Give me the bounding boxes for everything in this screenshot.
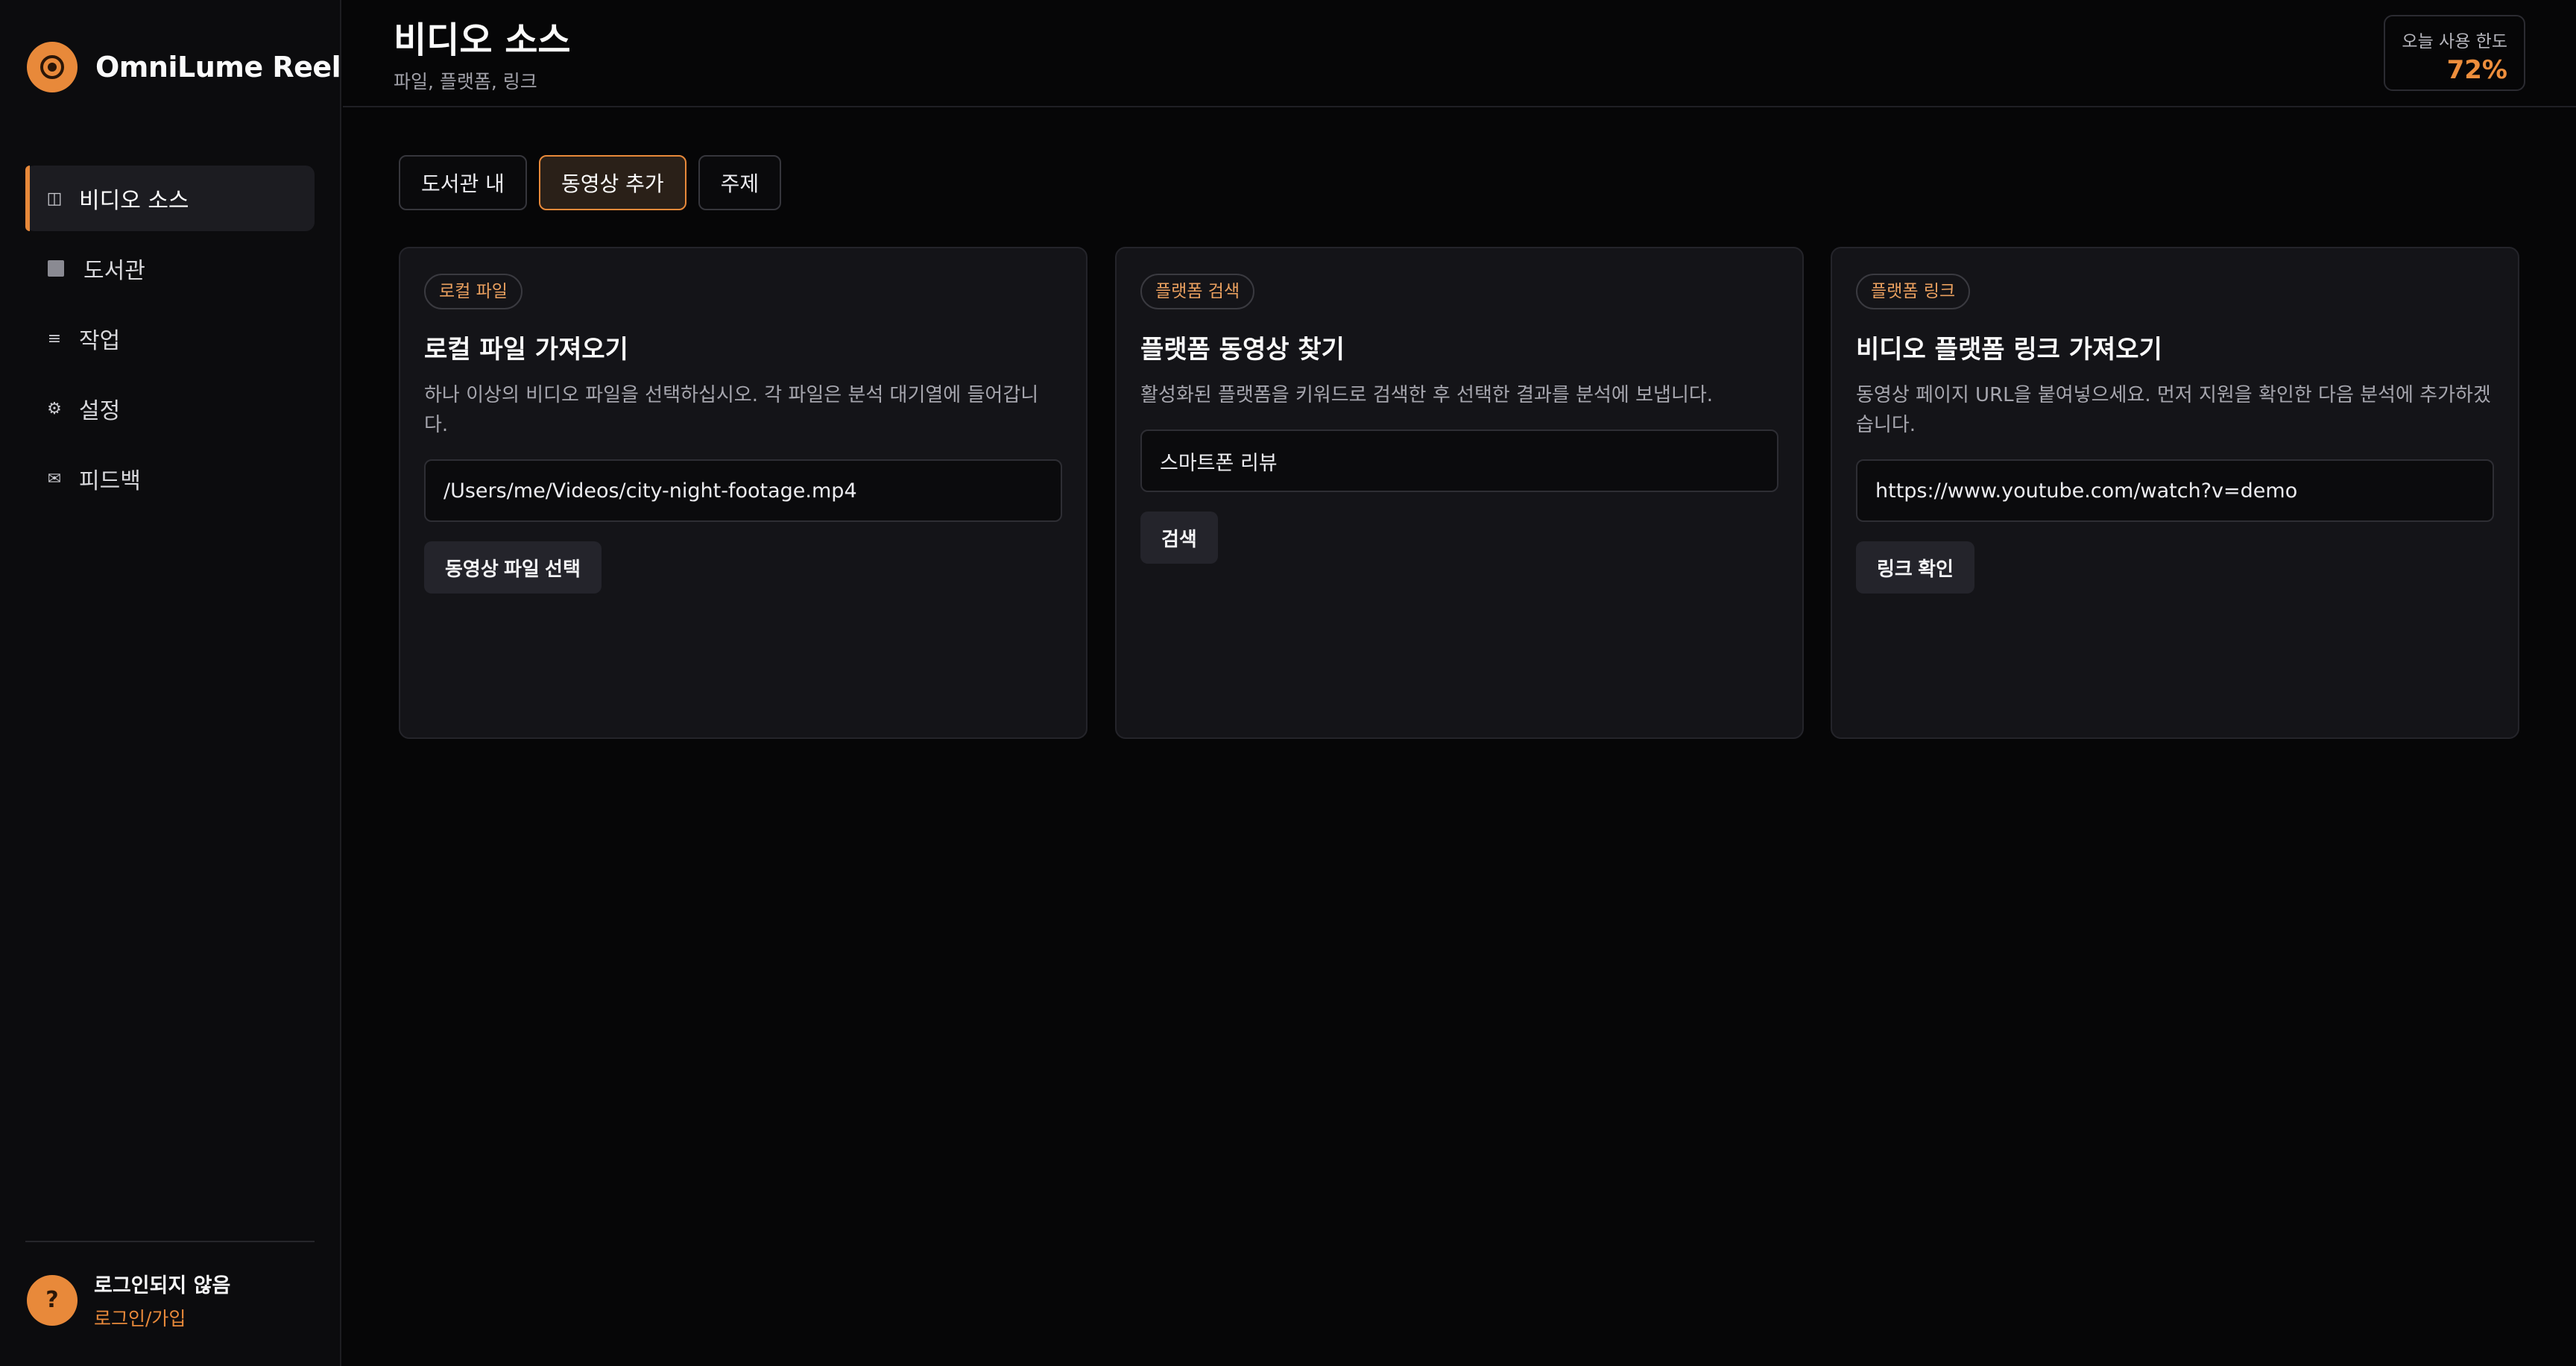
tab-add-video[interactable]: 동영상 추가 — [538, 155, 686, 210]
tab-bar: 도서관 내 동영상 추가 주제 — [399, 155, 793, 210]
card-description: 동영상 페이지 URL을 붙여넣으세요. 먼저 지원을 확인한 다음 분석에 추… — [1856, 384, 2491, 436]
card-title: 플랫폼 동영상 찾기 — [1140, 335, 1345, 365]
sidebar-item-label: 비디오 소스 — [79, 188, 189, 214]
quota-label: 오늘 사용 한도 — [2402, 32, 2507, 51]
sidebar-item-feedback[interactable]: ✉ 피드백 — [25, 446, 315, 512]
card-badge: 플랫폼 검색 — [1140, 274, 1255, 309]
tab-in-library[interactable]: 도서관 내 — [399, 155, 527, 210]
card-title: 로컬 파일 가져오기 — [424, 335, 628, 365]
brand-logo-icon — [27, 42, 78, 92]
url-input[interactable] — [1875, 479, 2493, 503]
sidebar-item-library[interactable]: 도서관 — [25, 236, 315, 301]
sidebar-item-label: 작업 — [79, 328, 121, 354]
page-title: 비디오 소스 — [394, 19, 571, 61]
sidebar-item-settings[interactable]: ⚙ 설정 — [25, 376, 315, 441]
sidebar-item-tasks[interactable]: ≡ 작업 — [25, 306, 315, 371]
sidebar: OmniLume Reel ◫ 비디오 소스 도서관 ≡ 작업 ⚙ 설정 ✉ 피… — [0, 0, 341, 1366]
sidebar-item-label: 도서관 — [83, 258, 145, 284]
url-field[interactable] — [1856, 459, 2494, 522]
sidebar-divider — [25, 1241, 315, 1242]
search-button[interactable]: 검색 — [1140, 512, 1218, 564]
login-status: 로그인되지 않음 — [94, 1274, 231, 1297]
tab-topics[interactable]: 주제 — [698, 155, 782, 210]
file-path-field[interactable] — [424, 459, 1062, 522]
card-badge: 로컬 파일 — [424, 274, 523, 309]
sidebar-item-video-sources[interactable]: ◫ 비디오 소스 — [25, 166, 315, 231]
select-video-file-button[interactable]: 동영상 파일 선택 — [424, 541, 602, 594]
file-path-input[interactable] — [443, 479, 1061, 503]
sidebar-nav: ◫ 비디오 소스 도서관 ≡ 작업 ⚙ 설정 ✉ 피드백 — [25, 166, 315, 516]
card-platform-search: 플랫폼 검색 플랫폼 동영상 찾기 활성화된 플랫폼을 키워드로 검색한 후 선… — [1115, 247, 1804, 739]
brand-name: OmniLume Reel — [95, 51, 341, 84]
page-subtitle: 파일, 플랫폼, 링크 — [394, 71, 537, 92]
sidebar-item-label: 피드백 — [79, 468, 141, 494]
square-icon — [48, 260, 64, 277]
search-field[interactable] — [1140, 429, 1778, 492]
sidebar-item-label: 설정 — [79, 398, 121, 424]
usage-quota-badge: 오늘 사용 한도 72% — [2384, 15, 2525, 91]
card-local-file: 로컬 파일 로컬 파일 가져오기 하나 이상의 비디오 파일을 선택하십시오. … — [399, 247, 1087, 739]
card-platform-link: 플랫폼 링크 비디오 플랫폼 링크 가져오기 동영상 페이지 URL을 붙여넣으… — [1831, 247, 2519, 739]
check-link-button[interactable]: 링크 확인 — [1856, 541, 1974, 594]
mail-icon: ✉ — [47, 469, 62, 488]
gear-icon: ⚙ — [47, 399, 62, 418]
app-root: OmniLume Reel ◫ 비디오 소스 도서관 ≡ 작업 ⚙ 설정 ✉ 피… — [0, 0, 2576, 1366]
columns-icon: ◫ — [46, 189, 63, 208]
login-signup-link[interactable]: 로그인/가입 — [94, 1304, 230, 1331]
card-title: 비디오 플랫폼 링크 가져오기 — [1856, 335, 2162, 365]
card-description: 활성화된 플랫폼을 키워드로 검색한 후 선택한 결과를 분석에 보냅니다. — [1140, 384, 1714, 406]
search-input[interactable] — [1160, 449, 1777, 473]
quota-value: 72% — [2446, 55, 2507, 85]
list-icon: ≡ — [47, 329, 62, 348]
card-badge: 플랫폼 링크 — [1856, 274, 1971, 309]
card-description: 하나 이상의 비디오 파일을 선택하십시오. 각 파일은 분석 대기열에 들어갑… — [424, 384, 1039, 436]
page-header: 비디오 소스 파일, 플랫폼, 링크 오늘 사용 한도 72% — [343, 0, 2576, 107]
user-panel[interactable]: ? 로그인되지 않음 로그인/가입 — [27, 1269, 230, 1331]
brand[interactable]: OmniLume Reel — [27, 42, 341, 92]
avatar[interactable]: ? — [27, 1274, 78, 1326]
